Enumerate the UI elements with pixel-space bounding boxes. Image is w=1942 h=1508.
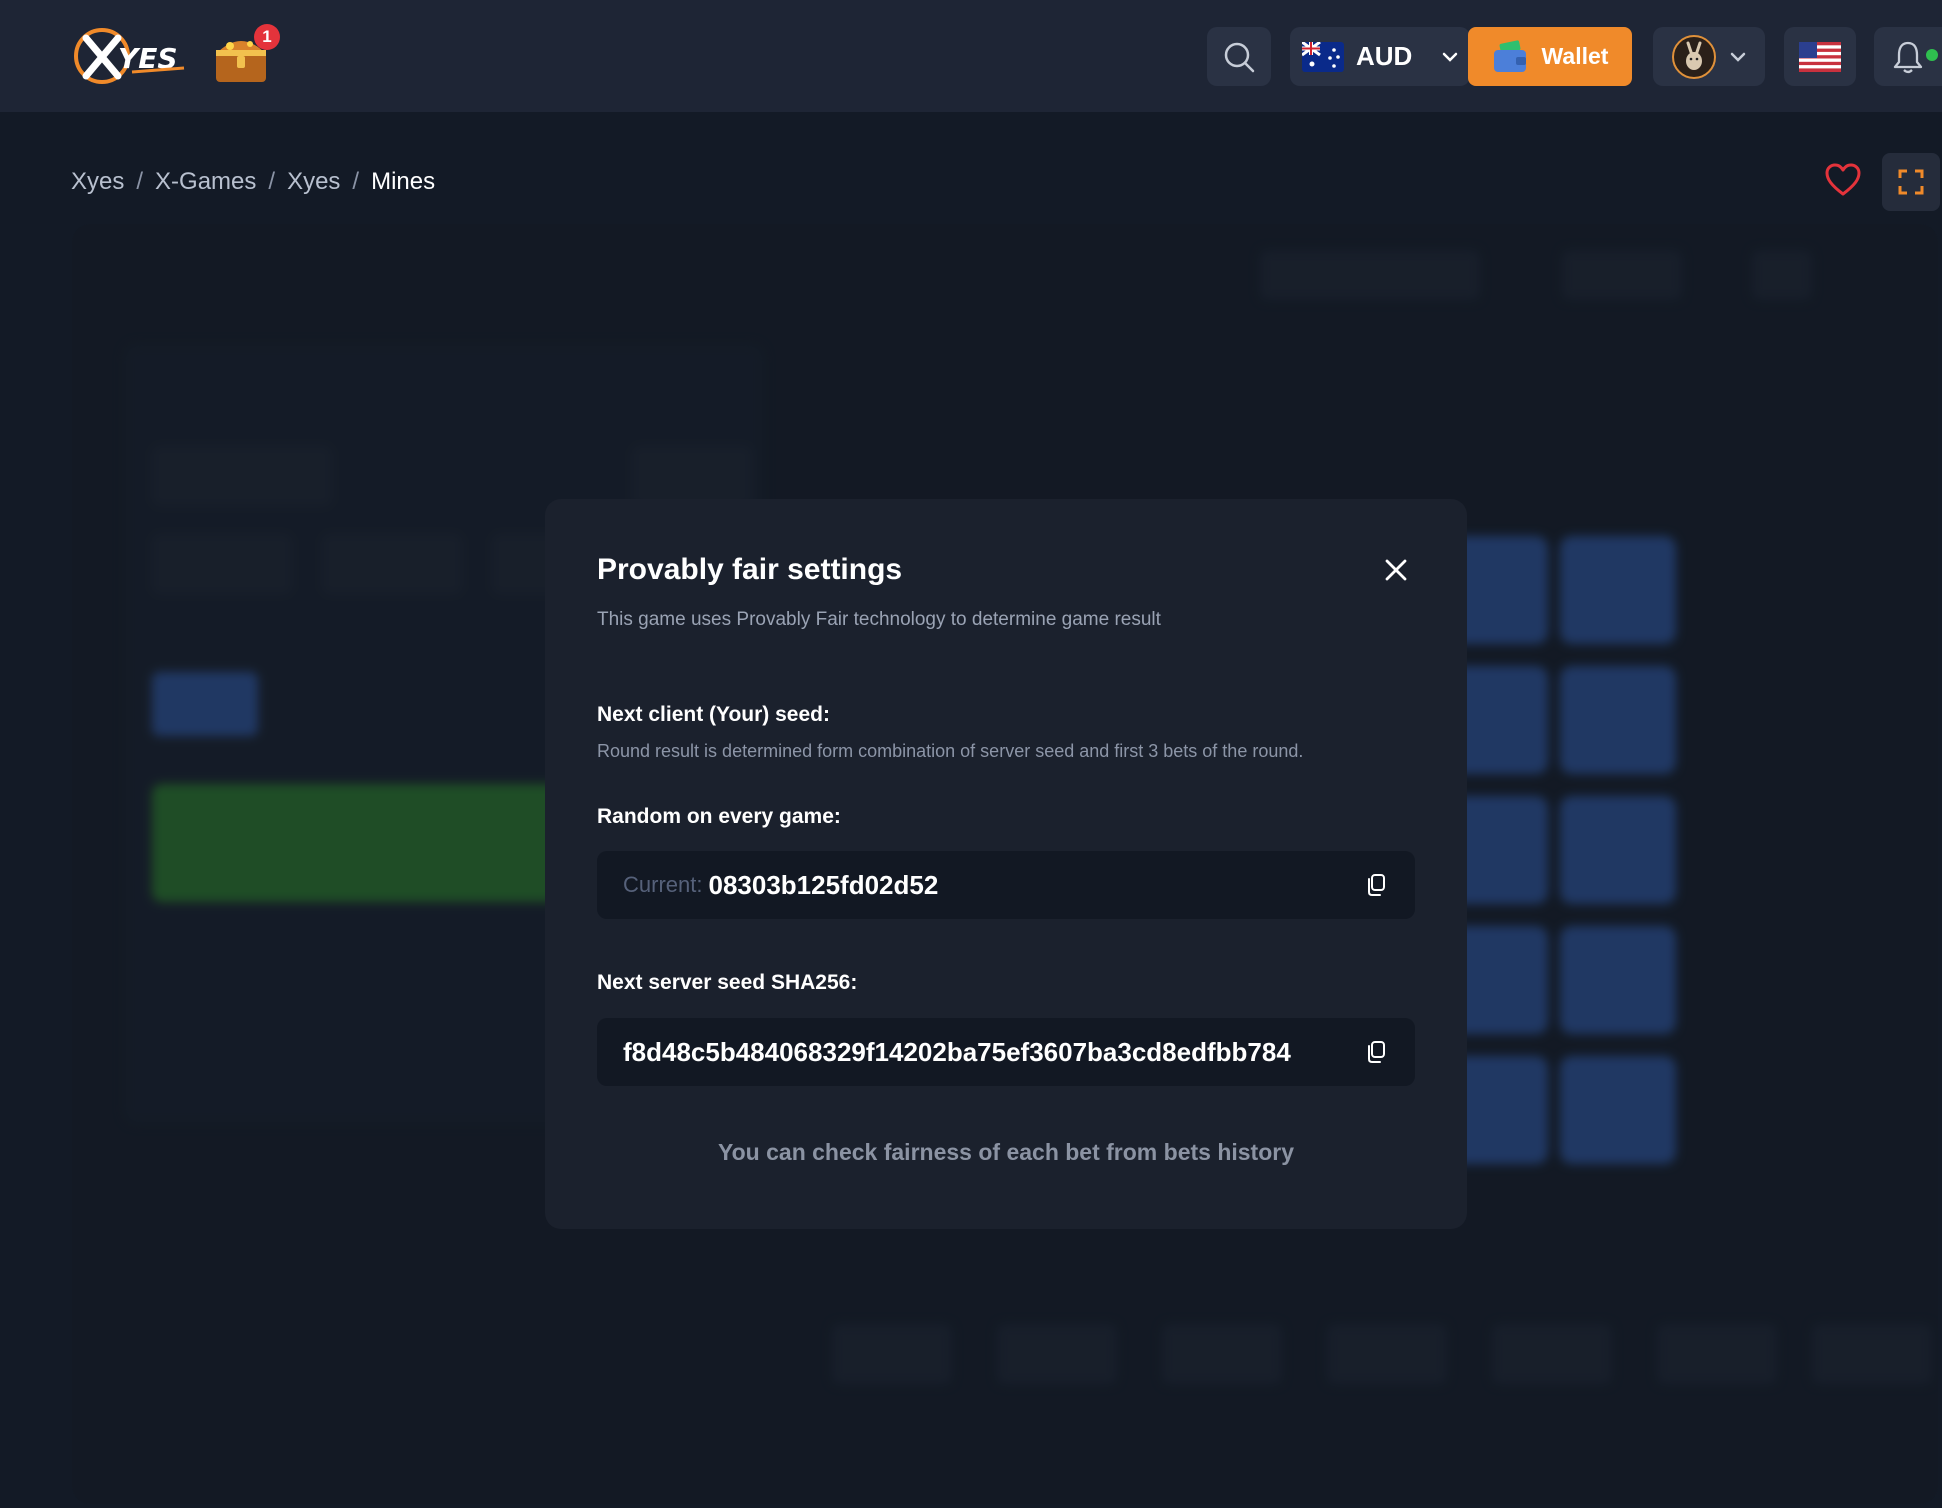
modal-subtitle: This game uses Provably Fair technology … — [597, 609, 1161, 630]
wallet-button[interactable]: Wallet — [1468, 27, 1632, 86]
breadcrumb-separator: / — [268, 168, 276, 195]
favorite-button[interactable] — [1825, 163, 1861, 199]
wallet-label: Wallet — [1541, 43, 1609, 69]
provably-fair-modal: Provably fair settings This game uses Pr… — [545, 499, 1467, 1229]
chevron-down-icon — [1730, 52, 1746, 62]
copy-icon — [1368, 1041, 1385, 1063]
server-seed-field[interactable]: f8d48c5b484068329f14202ba75ef3607ba3cd8e… — [597, 1018, 1415, 1086]
chest-notification-badge: 1 — [254, 24, 280, 50]
client-seed-label: Next client (Your) seed: — [597, 703, 830, 726]
profile-menu[interactable] — [1653, 27, 1765, 86]
currency-selector[interactable]: AUD — [1290, 27, 1470, 86]
copy-client-seed-button[interactable] — [1365, 873, 1387, 897]
modal-title: Provably fair settings — [597, 553, 903, 586]
current-seed-value: 08303b125fd02d52 — [708, 869, 939, 900]
fullscreen-icon — [1898, 169, 1924, 195]
online-status-dot — [1926, 49, 1938, 61]
currency-label: AUD — [1356, 41, 1413, 71]
site-logo[interactable]: YES — [72, 24, 190, 88]
breadcrumb-separator: / — [136, 168, 144, 195]
server-seed-label: Next server seed SHA256: — [597, 971, 858, 994]
random-every-game-label: Random on every game: — [597, 805, 841, 828]
treasure-chest-button[interactable]: 1 — [210, 24, 280, 88]
user-avatar-icon — [1672, 34, 1716, 79]
australia-flag-icon — [1302, 41, 1344, 72]
client-seed-note: Round result is determined form combinat… — [597, 741, 1304, 761]
bell-icon — [1893, 41, 1923, 73]
server-seed-value: f8d48c5b484068329f14202ba75ef3607ba3cd8e… — [623, 1036, 1291, 1067]
breadcrumb-current: Mines — [371, 168, 436, 195]
top-header: YES 1 AUD Wallet — [0, 0, 1942, 112]
client-seed-field[interactable]: Current: 08303b125fd02d52 — [597, 851, 1415, 919]
copy-server-seed-button[interactable] — [1365, 1040, 1387, 1064]
close-icon — [1385, 559, 1407, 581]
breadcrumb: Xyes / X-Games / Xyes / Mines — [71, 164, 435, 200]
current-seed-prefix: Current: — [623, 872, 703, 897]
heart-icon — [1825, 163, 1861, 196]
close-button[interactable] — [1381, 555, 1411, 585]
search-button[interactable] — [1207, 27, 1271, 86]
breadcrumb-separator: / — [352, 168, 360, 195]
language-selector[interactable] — [1784, 27, 1856, 86]
chevron-down-icon — [1443, 52, 1458, 62]
wallet-icon — [1493, 39, 1526, 72]
search-icon — [1224, 42, 1255, 72]
fullscreen-button[interactable] — [1882, 153, 1940, 211]
breadcrumb-item-x-games[interactable]: X-Games — [155, 168, 256, 196]
notifications-button[interactable] — [1874, 27, 1942, 86]
copy-icon — [1368, 874, 1385, 896]
breadcrumb-item-home[interactable]: Xyes — [71, 168, 124, 196]
us-flag-icon — [1799, 41, 1841, 72]
breadcrumb-item-provider[interactable]: Xyes — [287, 168, 340, 196]
xyes-logo-icon: YES — [74, 28, 185, 84]
fairness-history-note: You can check fairness of each bet from … — [717, 1139, 1295, 1165]
